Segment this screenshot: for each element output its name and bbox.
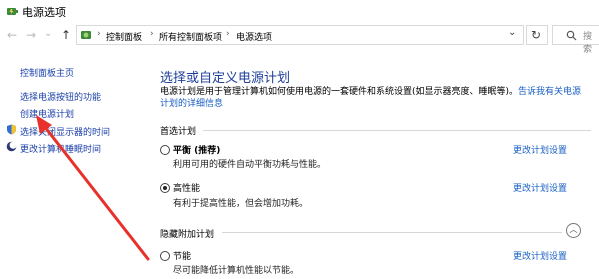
radio-high-performance[interactable] — [160, 183, 170, 193]
sidebar-item-power-button[interactable]: 选择电源按钮的功能 — [20, 90, 101, 103]
breadcrumb-separator: › — [150, 29, 154, 39]
breadcrumb-control-panel[interactable]: 控制面板 — [106, 30, 142, 43]
description-text: 电源计划是用于管理计算机如何使用电源的一套硬件和系统设置(如显示器亮度、睡眠等)… — [160, 87, 519, 97]
plan-high-performance-name: 高性能 — [173, 184, 201, 194]
sidebar-item-display-off-time[interactable]: 选择关闭显示器的时间 — [20, 125, 110, 138]
search-input[interactable]: 搜索 — [583, 29, 599, 55]
breadcrumb-power-options[interactable]: 电源选项 — [236, 30, 272, 43]
change-plan-settings-power-saver[interactable]: 更改计划设置 — [513, 249, 567, 262]
preferred-plans-title: 首选计划 — [160, 127, 197, 137]
shield-icon — [7, 124, 16, 135]
plan-power-saver-description: 尽可能降低计算机性能以节能。 — [173, 266, 300, 276]
search-icon — [566, 30, 577, 41]
breadcrumb-all-items[interactable]: 所有控制面板项 — [159, 30, 222, 43]
power-options-icon — [7, 8, 18, 15]
plan-balanced-description: 利用可用的硬件自动平衡功耗与性能。 — [173, 160, 327, 170]
plan-power-saver-name: 节能 — [173, 252, 192, 262]
address-bar[interactable] — [76, 25, 524, 45]
plan-high-performance-description: 有利于提高性能，但会增加功耗。 — [173, 199, 309, 209]
section-divider — [203, 130, 591, 131]
plan-balanced-name: 平衡 — [173, 146, 192, 156]
moon-icon — [6, 141, 17, 152]
recent-locations-button[interactable]: ⌄ — [44, 27, 52, 41]
page-description: 电源计划是用于管理计算机如何使用电源的一套硬件和系统设置(如显示器亮度、睡眠等)… — [160, 86, 590, 110]
collapse-hidden-plans-button[interactable]: ︿ — [566, 223, 581, 238]
radio-power-saver[interactable] — [160, 251, 170, 261]
plan-balanced-recommended: (推荐) — [191, 146, 221, 156]
plan-balanced-label: 平衡 (推荐) — [173, 143, 220, 156]
sidebar-item-create-power-plan[interactable]: 创建电源计划 — [20, 107, 74, 120]
hidden-plans-title: 隐藏附加计划 — [160, 230, 215, 240]
page-title: 选择或自定义电源计划 — [160, 71, 291, 86]
address-dropdown-button[interactable]: ⌄ — [508, 26, 516, 40]
change-plan-settings-balanced[interactable]: 更改计划设置 — [513, 143, 567, 156]
back-button[interactable]: ← — [7, 28, 17, 42]
breadcrumb-separator: › — [226, 29, 230, 39]
up-button[interactable]: ↑ — [61, 28, 71, 42]
breadcrumb-separator: › — [97, 29, 101, 39]
title-bar — [0, 0, 599, 22]
sidebar-item-sleep-time[interactable]: 更改计算机睡眠时间 — [20, 142, 101, 155]
radio-balanced[interactable] — [160, 145, 170, 155]
refresh-icon: ↻ — [531, 28, 542, 42]
control-panel-icon — [81, 31, 91, 39]
forward-button[interactable]: → — [26, 28, 36, 42]
sidebar-item-control-panel-home[interactable]: 控制面板主页 — [20, 66, 74, 79]
change-plan-settings-high-performance[interactable]: 更改计划设置 — [513, 181, 567, 194]
section-divider — [222, 232, 562, 233]
window-title: 电源选项 — [22, 6, 66, 19]
